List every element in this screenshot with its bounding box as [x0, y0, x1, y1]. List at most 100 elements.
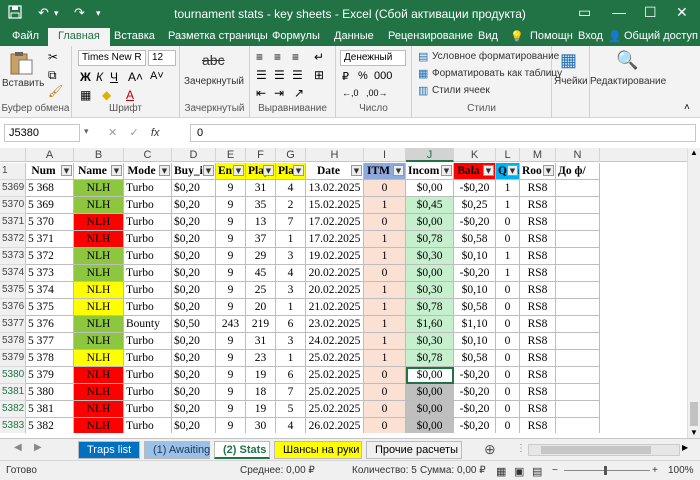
scroll-up-icon[interactable]: ▲: [690, 148, 698, 157]
zoom-slider-thumb[interactable]: [604, 466, 607, 475]
cell-name[interactable]: NLH: [74, 231, 124, 248]
cell-mode[interactable]: Turbo: [124, 231, 172, 248]
cell-ent[interactable]: 9: [216, 418, 246, 433]
cell-qua[interactable]: 0: [496, 350, 520, 367]
cell-styles-button[interactable]: Стили ячеек: [432, 85, 490, 96]
cell-name[interactable]: NLH: [74, 282, 124, 299]
cell-date[interactable]: 19.02.2025: [306, 248, 364, 265]
scroll-down-icon[interactable]: ▼: [690, 428, 698, 437]
cell-itm[interactable]: 0: [364, 418, 406, 433]
italic-icon[interactable]: К: [96, 70, 103, 84]
cell-bal[interactable]: -$0,20: [454, 180, 496, 197]
scroll-thumb[interactable]: [690, 402, 698, 426]
cell-qua[interactable]: 0: [496, 282, 520, 299]
cell-bal[interactable]: -$0,20: [454, 401, 496, 418]
percent-icon[interactable]: %: [358, 70, 368, 82]
cell-name[interactable]: NLH: [74, 418, 124, 433]
share-icon[interactable]: 👤: [608, 30, 622, 43]
cell-empty[interactable]: [556, 367, 600, 384]
conditional-format-icon[interactable]: ▤: [418, 50, 428, 63]
cell-date[interactable]: 23.02.2025: [306, 316, 364, 333]
find-icon[interactable]: 🔍: [616, 50, 638, 71]
font-size-select[interactable]: 12: [148, 50, 176, 66]
cell-mode[interactable]: Turbo: [124, 282, 172, 299]
align-middle-icon[interactable]: ≡: [274, 50, 281, 64]
cell-name[interactable]: NLH: [74, 401, 124, 418]
cell-bal[interactable]: -$0,20: [454, 265, 496, 282]
scroll-right-icon[interactable]: ▶: [682, 443, 688, 452]
cell-play[interactable]: 219: [246, 316, 276, 333]
filter-dropdown-icon[interactable]: ▼: [351, 165, 362, 176]
cell-plac[interactable]: 1: [276, 350, 306, 367]
cell-num[interactable]: 5 377: [26, 333, 74, 350]
prev-sheet-icon[interactable]: ◀: [14, 442, 22, 453]
indent-decrease-icon[interactable]: ⇤: [256, 86, 266, 100]
row-header[interactable]: 5370: [0, 197, 26, 214]
cell-num[interactable]: 5 375: [26, 299, 74, 316]
increase-decimal-icon[interactable]: ←,0: [342, 88, 359, 98]
cell-room[interactable]: RS8: [520, 180, 556, 197]
cell-room[interactable]: RS8: [520, 350, 556, 367]
insert-function-icon[interactable]: fx: [151, 127, 160, 139]
maximize-icon[interactable]: ☐: [644, 4, 657, 21]
cell-empty[interactable]: [556, 231, 600, 248]
row-header[interactable]: 5381: [0, 384, 26, 401]
cell-plac[interactable]: 3: [276, 282, 306, 299]
wrap-text-icon[interactable]: ↵: [314, 50, 324, 64]
column-header-j[interactable]: J: [406, 148, 454, 162]
cell-inc[interactable]: $0,00: [406, 214, 454, 231]
column-header-k[interactable]: K: [454, 148, 496, 162]
cell-inc[interactable]: $0,00: [406, 367, 454, 384]
cell-mode[interactable]: Turbo: [124, 299, 172, 316]
cell-name[interactable]: NLH: [74, 180, 124, 197]
cell-play[interactable]: 35: [246, 197, 276, 214]
column-header-g[interactable]: G: [276, 148, 306, 162]
filter-dropdown-icon[interactable]: ▼: [507, 165, 518, 176]
tab-home[interactable]: Главная: [48, 28, 110, 46]
column-header-c[interactable]: C: [124, 148, 172, 162]
cell-inc[interactable]: $0,30: [406, 282, 454, 299]
cell-inc[interactable]: $0,78: [406, 299, 454, 316]
cell-buy[interactable]: $0,20: [172, 333, 216, 350]
cell-ent[interactable]: 9: [216, 333, 246, 350]
row-header[interactable]: 5371: [0, 214, 26, 231]
cell-qua[interactable]: 1: [496, 180, 520, 197]
cell-plac[interactable]: 7: [276, 384, 306, 401]
cell-empty[interactable]: [556, 333, 600, 350]
row-header[interactable]: 1: [0, 163, 26, 180]
cell-room[interactable]: RS8: [520, 282, 556, 299]
currency-icon[interactable]: ₽: [342, 70, 349, 83]
orientation-icon[interactable]: ↗: [294, 86, 304, 100]
cut-icon[interactable]: ✂: [48, 50, 58, 64]
row-header[interactable]: 5375: [0, 282, 26, 299]
cancel-icon[interactable]: ✕: [108, 127, 117, 139]
cell-play[interactable]: 19: [246, 401, 276, 418]
number-format-select[interactable]: Денежный: [340, 50, 406, 66]
cell-mode[interactable]: Turbo: [124, 214, 172, 231]
tabs-split-icon[interactable]: ⋮: [516, 443, 526, 454]
cell-itm[interactable]: 1: [364, 197, 406, 214]
cell-name[interactable]: NLH: [74, 265, 124, 282]
cell-num[interactable]: 5 378: [26, 350, 74, 367]
sheet-tab[interactable]: Прочие расчеты: [366, 441, 462, 459]
cell-play[interactable]: 31: [246, 180, 276, 197]
cell-qua[interactable]: 0: [496, 384, 520, 401]
cell-plac[interactable]: 1: [276, 231, 306, 248]
add-sheet-icon[interactable]: ⊕: [484, 441, 496, 458]
align-right-icon[interactable]: ☰: [292, 68, 303, 82]
cell-empty[interactable]: [556, 299, 600, 316]
row-header[interactable]: 5379: [0, 350, 26, 367]
cell-itm[interactable]: 0: [364, 214, 406, 231]
name-box[interactable]: J5380: [4, 124, 80, 142]
cell-plac[interactable]: 4: [276, 180, 306, 197]
cell-empty[interactable]: [556, 418, 600, 433]
row-header[interactable]: 5373: [0, 248, 26, 265]
strikethrough-button[interactable]: Зачеркнутый: [184, 76, 244, 87]
tab-file[interactable]: Файл: [12, 30, 39, 42]
cell-ent[interactable]: 9: [216, 214, 246, 231]
filter-dropdown-icon[interactable]: ▼: [393, 165, 404, 176]
cell-qua[interactable]: 1: [496, 265, 520, 282]
align-left-icon[interactable]: ☰: [256, 68, 267, 82]
cell-buy[interactable]: $0,20: [172, 401, 216, 418]
sheet-tab[interactable]: Traps list: [78, 441, 140, 459]
